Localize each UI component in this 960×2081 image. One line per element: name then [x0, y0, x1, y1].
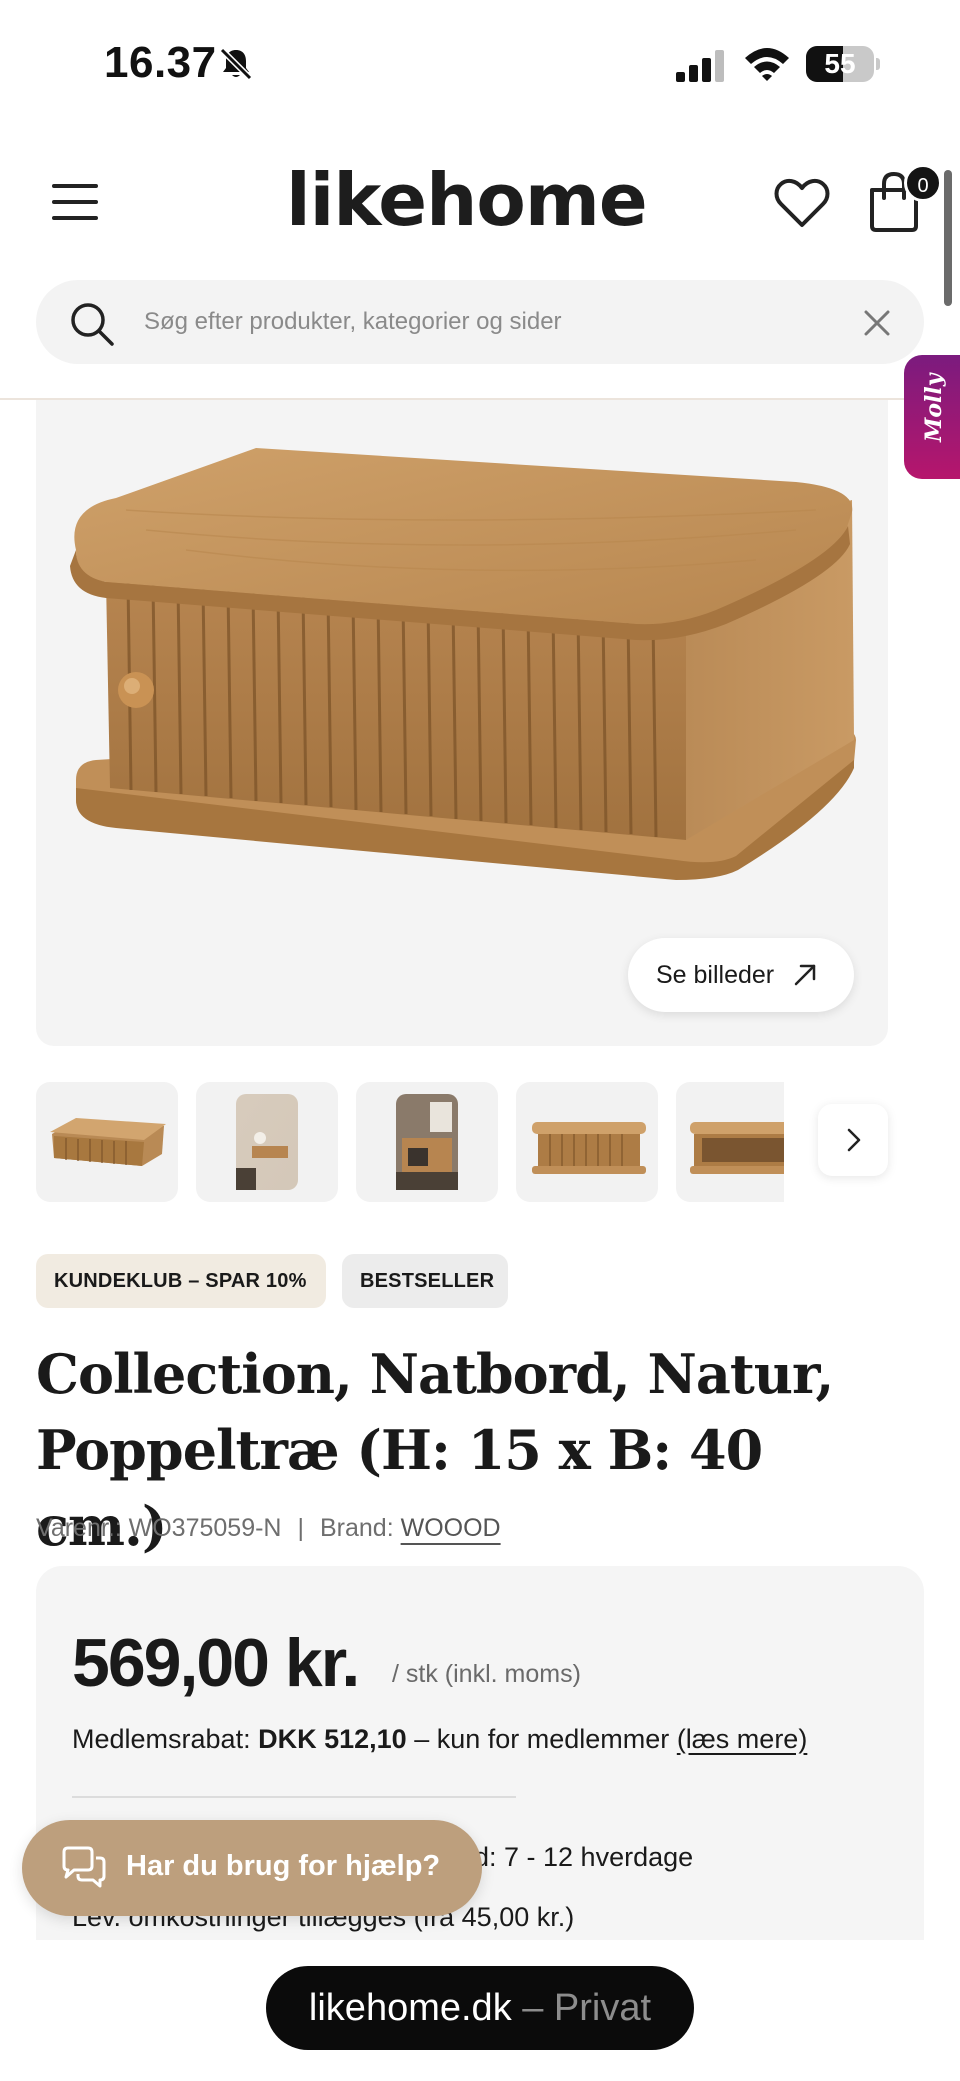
site-logo[interactable]: likehome [286, 158, 648, 242]
molly-chat-tab[interactable]: Molly [904, 355, 960, 479]
thumbnail-2[interactable] [196, 1082, 338, 1202]
member-discount-line: Medlemsrabat: DKK 512,10 – kun for medle… [72, 1724, 807, 1755]
price-unit: / stk (inkl. moms) [392, 1660, 581, 1688]
member-price: DKK 512,10 [258, 1724, 407, 1754]
status-time: 16.37 [104, 38, 217, 87]
thumbnail-strip [36, 1082, 784, 1202]
scrollbar[interactable] [944, 170, 952, 306]
chevron-right-icon [847, 1128, 861, 1152]
product-price: 569,00 kr. [72, 1625, 360, 1701]
price-box: 569,00 kr. / stk (inkl. moms) Medlemsrab… [36, 1566, 924, 1986]
thumbnail-image [690, 1122, 784, 1174]
thumbnail-next-button[interactable] [818, 1104, 888, 1176]
thumbnail-4[interactable] [516, 1082, 658, 1202]
brand-link[interactable]: WOOOD [401, 1514, 501, 1542]
help-chat-button[interactable]: Har du brug for hjælp? [22, 1820, 482, 1916]
battery-level: 55 [824, 48, 856, 79]
battery-icon: 55 [806, 46, 880, 82]
club-discount-badge: KUNDEKLUB – SPAR 10% [36, 1254, 326, 1308]
see-images-label: Se billeder [656, 961, 775, 989]
url-domain: likehome.dk [308, 1987, 512, 2029]
thumbnail-image [236, 1094, 298, 1190]
browser-bottom-bar: likehome.dk – Privat [0, 1940, 960, 2081]
cart-count-badge: 0 [904, 164, 942, 202]
thumbnail-5[interactable] [676, 1082, 784, 1202]
search-bar[interactable]: Søg efter produkter, kategorier og sider [36, 280, 924, 364]
chat-bubbles-icon [62, 1846, 106, 1888]
close-icon[interactable] [864, 310, 890, 336]
product-image[interactable]: Se billeder [36, 400, 888, 1046]
member-prefix: Medlemsrabat: [72, 1724, 251, 1754]
brand-label: Brand: [319, 1514, 394, 1542]
thumbnail-1[interactable] [36, 1082, 178, 1202]
thumbnail-3[interactable] [356, 1082, 498, 1202]
browsing-mode: – Privat [511, 1987, 652, 2029]
menu-button[interactable] [52, 180, 100, 224]
read-more-link[interactable]: (læs mere) [677, 1724, 808, 1754]
divider [72, 1796, 516, 1798]
sku-label: Varenr.: WO375059-N [36, 1514, 282, 1542]
bestseller-badge: BESTSELLER [342, 1254, 508, 1308]
site-header: likehome 0 Søg efter produkter, kategori… [0, 130, 960, 400]
arrow-up-right-icon [794, 964, 816, 986]
help-label: Har du brug for hjælp? [126, 1850, 441, 1882]
thumbnail-image [532, 1122, 646, 1174]
product-meta: Varenr.: WO375059-N | Brand: WOOOD [36, 1514, 501, 1543]
url-bar[interactable]: likehome.dk – Privat [266, 1966, 694, 2050]
see-images-button[interactable]: Se billeder [628, 938, 854, 1012]
wishlist-heart-icon[interactable] [774, 178, 830, 230]
delivery-time: id: 7 - 12 hverdage [468, 1842, 694, 1872]
thumbnail-image [396, 1094, 458, 1190]
thumbnail-image [50, 1118, 166, 1166]
meta-separator: | [297, 1514, 304, 1542]
wifi-icon [745, 48, 789, 81]
bell-slash-icon [219, 47, 253, 81]
search-icon [71, 303, 114, 346]
member-suffix: – kun for medlemmer [414, 1724, 670, 1754]
signal-icon [676, 50, 724, 82]
status-bar: 16.37 55 [0, 0, 960, 130]
molly-label: Molly [921, 373, 947, 442]
search-input[interactable]: Søg efter produkter, kategorier og sider [144, 308, 562, 336]
